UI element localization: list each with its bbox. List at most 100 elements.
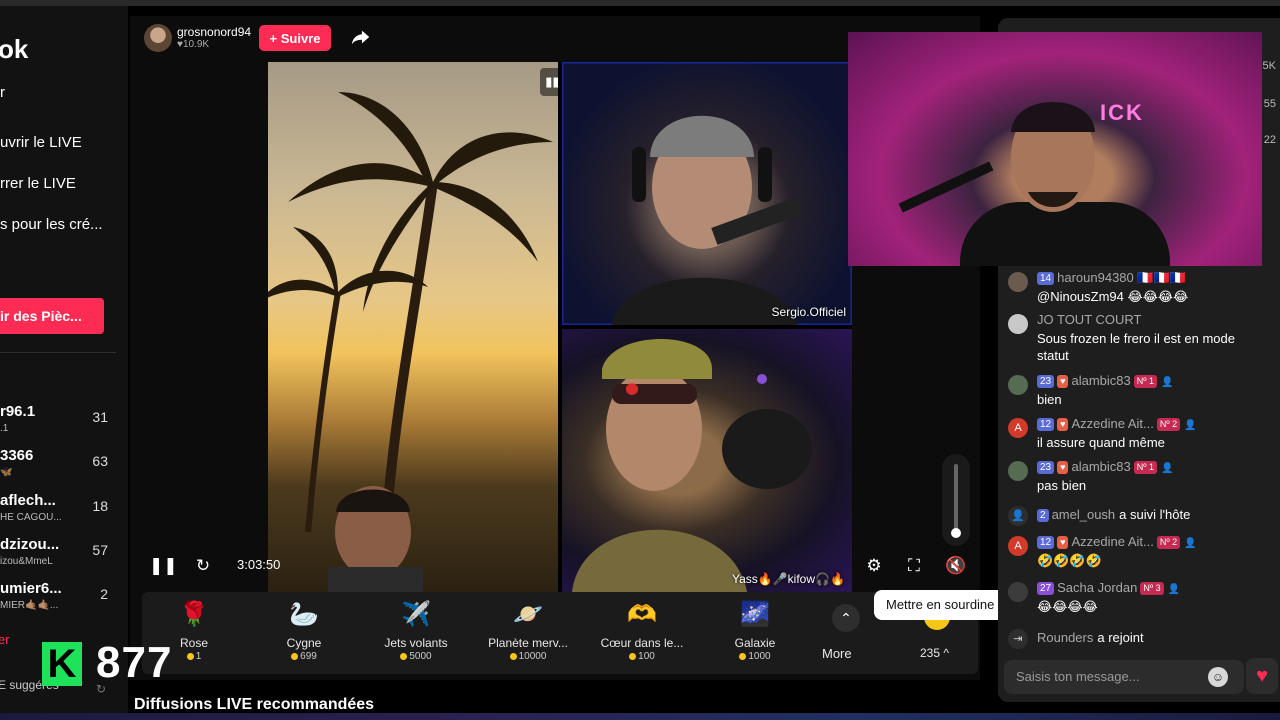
user-avatar[interactable]: A (1008, 418, 1028, 438)
guest-video-beach[interactable]: ▮▮▮ (268, 62, 558, 592)
heart-like-icon[interactable]: ♥ (1246, 658, 1278, 694)
account-sub: MIER🤙🏽🤙🏽... (0, 600, 59, 611)
tiktok-logo[interactable]: ok (0, 34, 28, 65)
followed-account[interactable]: dzizou... izou&MmeL 57 (0, 536, 116, 576)
account-viewer-count: 2 (100, 586, 108, 602)
emoji-icon[interactable]: ☺ (1208, 667, 1228, 687)
streamer-face (1011, 102, 1095, 212)
sidebar-open-live[interactable]: uvrir le LIVE (0, 134, 82, 151)
coin-balance[interactable]: 235 ^ (920, 646, 949, 660)
rank-badge: Nº 2 (1156, 536, 1181, 549)
user-avatar[interactable] (1008, 375, 1028, 395)
chat-message-header: 12 ♥ Azzedine Ait... Nº 2 👤 (1037, 534, 1197, 550)
followed-account[interactable]: umier6... MIER🤙🏽🤙🏽... 2 (0, 580, 116, 620)
chat-message[interactable]: 14 haroun94380 🇫🇷🇫🇷🇫🇷 @NinousZm94 😂😂😂😂 (1006, 270, 1276, 310)
account-viewer-count: 63 (92, 453, 108, 469)
chat-message-text: Sous frozen le frero il est en mode stat… (1037, 331, 1235, 363)
volume-mute-icon[interactable]: 🔇 (942, 552, 970, 580)
chat-message-text: bien (1037, 392, 1062, 407)
account-name: 3366 (0, 447, 34, 464)
followed-account[interactable]: 3366 🦋 63 (0, 447, 116, 487)
user-icon: 👤 (1161, 463, 1174, 474)
more-gifts-button[interactable]: More (822, 646, 852, 661)
level-badge: 23 (1037, 461, 1055, 474)
gift-item[interactable]: ✈️ Jets volants 5000 (364, 598, 468, 668)
settings-gear-icon[interactable]: ⚙ (860, 552, 888, 580)
chat-username: alambic83 (1071, 459, 1131, 474)
fullscreen-icon[interactable]: ⛶ (900, 552, 928, 580)
join-arrow-icon: ⇥ (1008, 629, 1028, 649)
palm-tree-scene (268, 92, 553, 592)
chat-message[interactable]: 23 ♥ alambic83 Nº 1 👤 bien (1006, 373, 1276, 413)
chat-message[interactable]: 23 ♥ alambic83 Nº 1 👤 pas bien (1006, 459, 1276, 499)
rank-badge: Nº 1 (1133, 375, 1158, 388)
sidebar-nav-item[interactable]: r (0, 84, 5, 101)
see-more-link[interactable]: er (0, 632, 10, 647)
chat-username: Azzedine Ait... (1071, 416, 1154, 431)
volume-knob[interactable] (951, 528, 961, 538)
user-avatar[interactable]: A (1008, 536, 1028, 556)
chat-username: Azzedine Ait... (1071, 534, 1154, 549)
share-icon[interactable] (350, 26, 372, 48)
gift-price: 5000 (364, 651, 468, 662)
gift-swan-icon: 🦢 (289, 601, 319, 628)
gift-name: Cœur dans le... (600, 636, 684, 650)
chat-join-event[interactable]: 👤 2 amel_oush a suivi l'hôte (1006, 504, 1276, 528)
user-avatar[interactable] (1008, 272, 1028, 292)
gift-planet-icon: 🪐 (513, 601, 543, 628)
host-likes: ♥10.9K (177, 39, 210, 50)
refresh-video-icon[interactable]: ↻ (189, 552, 217, 580)
sidebar-creator-tools[interactable]: s pour les cré... (0, 216, 103, 233)
user-avatar[interactable] (1008, 582, 1028, 602)
chat-join-event[interactable]: ⇥ Rounders a rejoint (1006, 627, 1276, 651)
ranking-stat: 5K (1262, 60, 1276, 72)
chat-message[interactable]: JO TOUT COURT Sous frozen le frero il es… (1006, 312, 1276, 363)
pause-icon[interactable]: ❚❚ (149, 552, 178, 580)
guest-video-yass[interactable]: Yass🔥🎤kifow🎧🔥 (562, 329, 852, 592)
followed-account[interactable]: aflech... HE CAGOU... 18 (0, 492, 116, 532)
volume-slider[interactable] (942, 454, 970, 546)
user-avatar[interactable] (1008, 461, 1028, 481)
volume-track (954, 464, 958, 534)
host-avatar[interactable] (144, 24, 172, 52)
audio-level-icon: ▮▮▮ (540, 68, 558, 96)
level-badge: 2 (1037, 509, 1049, 522)
level-badge: 14 (1037, 272, 1055, 285)
live-video-grid[interactable]: ▮▮▮ Sergio.Officiel (268, 62, 852, 592)
chat-message-text: pas bien (1037, 478, 1087, 493)
chat-message-header: 27 Sacha Jordan Nº 3 👤 (1037, 580, 1180, 596)
chat-message-header: 14 haroun94380 🇫🇷🇫🇷🇫🇷 (1037, 270, 1186, 286)
rank-badge: Nº 3 (1140, 582, 1164, 595)
followed-account[interactable]: r96.1 .1 31 (0, 403, 116, 443)
get-coins-button[interactable]: ir des Pièc... (0, 298, 104, 334)
microphone-arm (898, 161, 994, 213)
sidebar-start-live[interactable]: rrer le LIVE (0, 175, 76, 192)
gift-item[interactable]: 🫶 Cœur dans le... 100 (590, 598, 694, 668)
gift-heart-hands-icon: 🫶 (627, 601, 657, 628)
rank-badge: Nº 1 (1133, 461, 1158, 474)
gift-price: 10000 (476, 651, 580, 662)
gift-item[interactable]: 🦢 Cygne 699 (252, 598, 356, 668)
chat-message-text: 🤣🤣🤣🤣 (1037, 553, 1102, 568)
chat-message[interactable]: 27 Sacha Jordan Nº 3 👤 😂😂😂😂 (1006, 580, 1276, 620)
user-avatar[interactable] (1008, 314, 1028, 334)
gift-jets-icon: ✈️ (401, 601, 431, 628)
gift-name: Jets volants (384, 636, 448, 650)
chat-message[interactable]: A 12 ♥ Azzedine Ait... Nº 2 👤 🤣🤣🤣🤣 (1006, 534, 1276, 574)
gift-name: Planète merv... (488, 636, 568, 650)
chat-message-text: il assure quand même (1037, 435, 1165, 450)
host-name[interactable]: grosnonord94 (177, 25, 251, 39)
chat-message[interactable]: A 12 ♥ Azzedine Ait... Nº 2 👤 il assure quan… (1006, 416, 1276, 456)
fan-heart-badge: ♥ (1057, 375, 1069, 388)
chevron-up-icon[interactable]: ⌃ (832, 604, 860, 632)
gift-item[interactable]: 🌌 Galaxie 1000 (703, 598, 807, 668)
account-viewer-count: 31 (92, 409, 108, 425)
user-icon: 👤 (1184, 420, 1197, 431)
guest-video-sergio[interactable]: Sergio.Officiel (562, 62, 852, 325)
follow-button[interactable]: + Suivre (259, 25, 331, 51)
gift-item[interactable]: 🪐 Planète merv... 10000 (476, 598, 580, 668)
participant-name-label: Yass🔥🎤kifow🎧🔥 (732, 572, 845, 586)
chat-event-text: Rounders a rejoint (1037, 630, 1144, 646)
level-badge: 23 (1037, 375, 1055, 388)
account-name: r96.1 (0, 403, 36, 420)
